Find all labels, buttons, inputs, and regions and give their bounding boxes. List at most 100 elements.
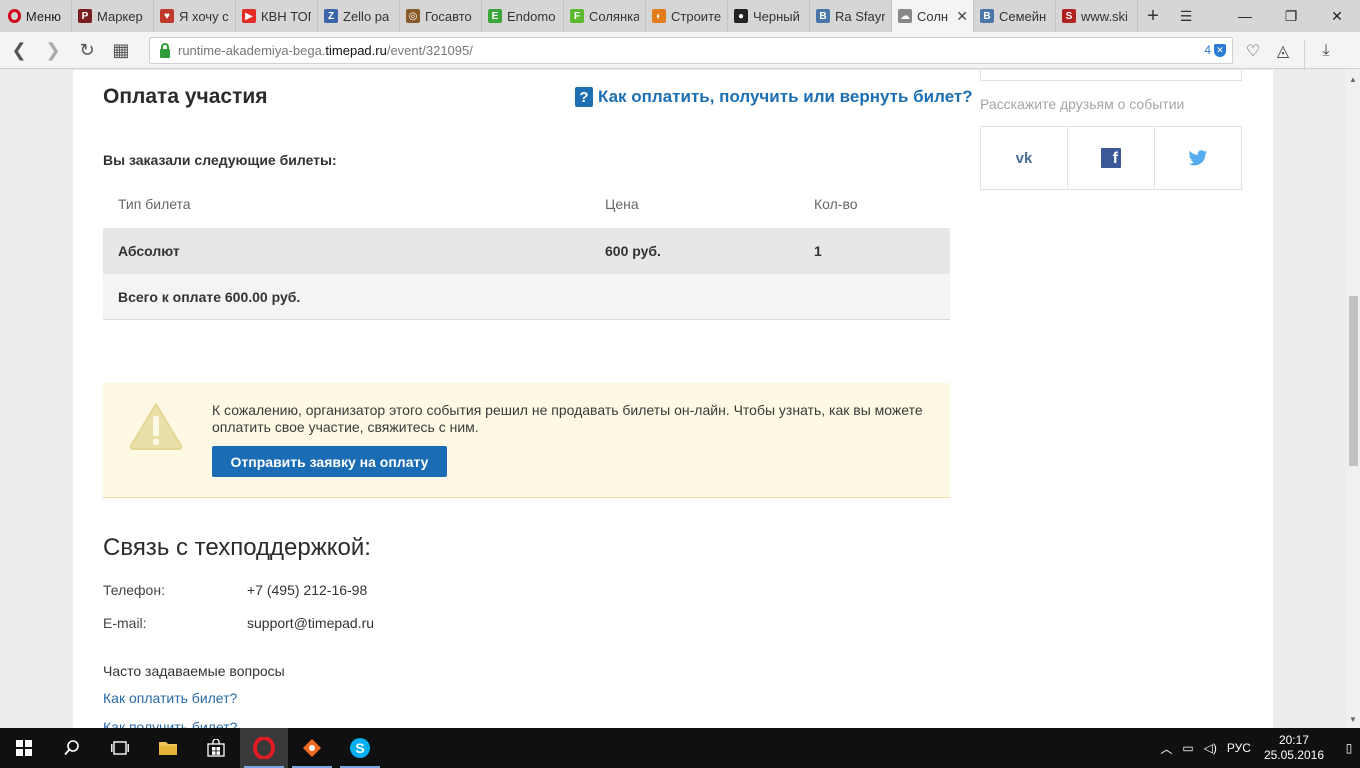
- notifications-icon[interactable]: ▯: [1338, 728, 1360, 768]
- warning-icon: [129, 403, 183, 450]
- speed-dial-icon[interactable]: ▦: [104, 32, 138, 69]
- opera-logo-icon: [8, 9, 21, 23]
- share-label: Расскажите друзьям о событии: [980, 96, 1185, 112]
- svg-text:S: S: [355, 740, 364, 756]
- browser-tab[interactable]: ◐ Строите: [646, 0, 728, 32]
- skype-icon[interactable]: S: [336, 728, 384, 768]
- table-total-row: Всего к оплате 600.00 руб.: [103, 274, 950, 320]
- network-icon[interactable]: ▭: [1177, 741, 1198, 755]
- heart-icon[interactable]: ♡: [1238, 32, 1268, 69]
- facebook-icon: f: [1101, 148, 1121, 168]
- address-bar[interactable]: runtime-akademiya-bega. timepad.ru/event/…: [149, 37, 1233, 64]
- browser-tab[interactable]: Swww.ski: [1056, 0, 1138, 32]
- tab-label: Солянка: [589, 8, 639, 24]
- browser-tab[interactable]: E Endomo: [482, 0, 564, 32]
- page-title: Оплата участия: [103, 85, 268, 108]
- share-twitter-button[interactable]: [1155, 127, 1241, 189]
- scroll-down-icon[interactable]: ▼: [1346, 712, 1360, 726]
- tab-label: Черный: [753, 8, 800, 24]
- ordered-label: Вы заказали следующие билеты:: [103, 152, 337, 168]
- windows-logo-icon: [16, 740, 32, 756]
- maximize-button[interactable]: ❐: [1268, 0, 1314, 32]
- browser-tab[interactable]: ▶ КВН ТОП: [236, 0, 318, 32]
- reload-icon[interactable]: ↻: [70, 32, 104, 69]
- tickets-table: Тип билета Цена Кол-во Абсолют 600 руб. …: [103, 180, 950, 320]
- share-vk-button[interactable]: vk: [981, 127, 1068, 189]
- browser-tab[interactable]: ● Черный: [728, 0, 810, 32]
- new-tab-button[interactable]: +: [1138, 0, 1168, 32]
- email-value[interactable]: support@timepad.ru: [247, 615, 374, 631]
- scroll-up-icon[interactable]: ▲: [1346, 72, 1360, 86]
- ticket-qty: 1: [814, 243, 822, 259]
- adblock-badge[interactable]: 4 ✕: [1204, 43, 1226, 57]
- notice-text: К сожалению, организатор этого события р…: [212, 402, 923, 435]
- nav-right-tools: ♡ ◬ ⤓: [1238, 32, 1341, 77]
- faq-link-get[interactable]: Как получить билет?: [103, 719, 237, 728]
- app-orange-icon[interactable]: [288, 728, 336, 768]
- clock[interactable]: 20:17 25.05.2016: [1256, 733, 1338, 763]
- opera-menu-button[interactable]: Меню: [0, 0, 72, 32]
- tab-label: Endomo: [507, 8, 556, 24]
- file-explorer-icon[interactable]: [144, 728, 192, 768]
- opera-taskbar-icon[interactable]: [240, 728, 288, 768]
- task-view-icon[interactable]: [96, 728, 144, 768]
- table-row: Абсолют 600 руб. 1: [103, 228, 950, 274]
- tab-favicon-icon: ●: [734, 9, 748, 23]
- language-indicator[interactable]: РУС: [1222, 741, 1256, 755]
- browser-tab[interactable]: ◎ Госавто: [400, 0, 482, 32]
- page-scrollbar[interactable]: ▲ ▼: [1346, 70, 1360, 728]
- tab-favicon-icon: ◐: [652, 9, 666, 23]
- tab-label: Семейн: [999, 8, 1047, 24]
- browser-tab[interactable]: ♥ Я хочу се: [154, 0, 236, 32]
- browser-tab[interactable]: B Семейн: [974, 0, 1056, 32]
- close-window-button[interactable]: ✕: [1314, 0, 1360, 32]
- page-content: Оплата участия ? Как оплатить, получить …: [73, 70, 1273, 728]
- tab-favicon-icon: ♥: [160, 9, 174, 23]
- tab-label: Zello ра: [343, 8, 390, 24]
- tab-favicon-icon: B: [816, 9, 830, 23]
- vk-icon: vk: [1015, 149, 1033, 167]
- faq-title: Часто задаваемые вопросы: [103, 663, 285, 679]
- clock-time: 20:17: [1278, 733, 1309, 747]
- tab-favicon-icon: S: [1062, 9, 1076, 23]
- forward-icon[interactable]: ❯: [36, 32, 70, 69]
- browser-tab[interactable]: B Ra Sfayra: [810, 0, 892, 32]
- browser-tab[interactable]: P Маркер: [72, 0, 154, 32]
- volume-icon[interactable]: ◁): [1199, 741, 1222, 755]
- total-amount: Всего к оплате 600.00 руб.: [118, 288, 301, 305]
- browser-tab[interactable]: Z Zello ра: [318, 0, 400, 32]
- tab-label: Строите: [671, 8, 721, 24]
- clock-date: 25.05.2016: [1263, 748, 1324, 762]
- vpn-icon[interactable]: ◬: [1268, 32, 1298, 69]
- tab-favicon-icon: B: [980, 9, 994, 23]
- tab-favicon-icon: ◎: [406, 9, 420, 23]
- faq-link-pay[interactable]: Как оплатить билет?: [103, 690, 237, 706]
- ticket-type: Абсолют: [118, 243, 180, 259]
- tab-favicon-icon: E: [488, 9, 502, 23]
- store-icon[interactable]: [192, 728, 240, 768]
- phone-value: +7 (495) 212-16-98: [247, 582, 368, 598]
- browser-tab[interactable]: F Солянка: [564, 0, 646, 32]
- search-icon[interactable]: [48, 728, 96, 768]
- tab-label: Солн: [917, 8, 949, 24]
- tab-menu-icon[interactable]: ☰: [1168, 0, 1204, 32]
- back-icon[interactable]: ❮: [2, 32, 36, 69]
- minimize-button[interactable]: —: [1222, 0, 1268, 32]
- menu-label: Меню: [25, 8, 61, 24]
- system-tray: ︿ ▭ ◁) РУС 20:17 25.05.2016 ▯: [1155, 728, 1360, 768]
- share-facebook-button[interactable]: f: [1068, 127, 1155, 189]
- tray-expand-icon[interactable]: ︿: [1155, 740, 1177, 757]
- tab-strip: Меню P Маркер ♥ Я хочу се ▶ КВН ТОП Z Zello ра ◎…: [0, 0, 1360, 32]
- download-icon[interactable]: ⤓: [1311, 32, 1341, 69]
- notice-box: К сожалению, организатор этого события р…: [103, 383, 950, 498]
- tab-label: Ra Sfayra: [835, 8, 885, 24]
- scroll-thumb[interactable]: [1349, 296, 1358, 466]
- tab-close-icon[interactable]: ✕: [956, 8, 968, 25]
- url-path: /event/321095/: [386, 43, 473, 58]
- browser-tab[interactable]: ☁ Солн ✕: [892, 0, 974, 32]
- send-payment-request-button[interactable]: Отправить заявку на оплату: [212, 446, 447, 477]
- tab-favicon-icon: ▶: [242, 9, 256, 23]
- tabs-container: P Маркер ♥ Я хочу се ▶ КВН ТОП Z Zello ра ◎ Госав…: [72, 0, 1138, 32]
- help-link[interactable]: ? Как оплатить, получить или вернуть бил…: [575, 87, 973, 107]
- start-button[interactable]: [0, 728, 48, 768]
